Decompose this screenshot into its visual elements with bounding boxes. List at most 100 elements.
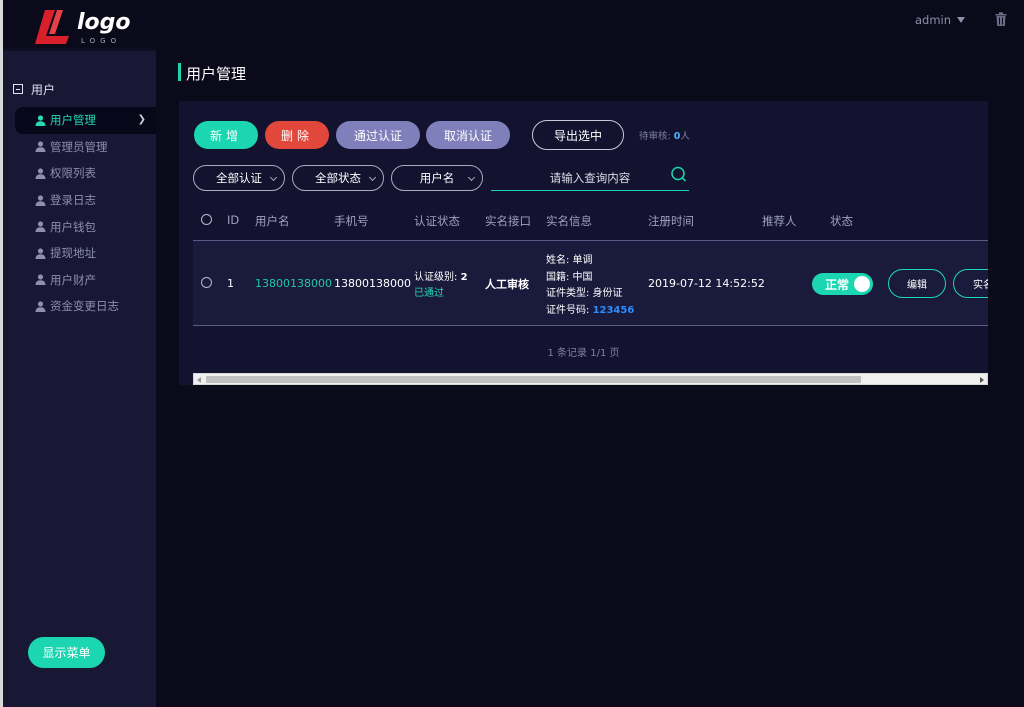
pending-unit: 人	[680, 131, 690, 142]
toggle-knob	[854, 276, 870, 292]
cancel-auth-button[interactable]: 取消认证	[426, 121, 510, 149]
cell-register-time: 2019-07-12 14:52:52	[648, 277, 765, 290]
header-username: 用户名	[255, 214, 290, 228]
search-input[interactable]	[491, 165, 689, 191]
menu-group-user[interactable]: 用户	[13, 81, 55, 97]
sidebar-item-label: 用户管理	[50, 113, 96, 128]
status-toggle[interactable]: 正常	[812, 273, 873, 295]
sidebar-item-label: 登录日志	[50, 193, 96, 208]
add-button[interactable]: 新增	[194, 121, 258, 149]
sidebar-item-label: 资金变更日志	[50, 299, 119, 314]
header-id: ID	[227, 213, 240, 227]
chevron-down-icon	[269, 173, 278, 182]
header-phone: 手机号	[334, 214, 369, 228]
chevron-down-icon	[467, 173, 476, 182]
horizontal-scrollbar[interactable]	[193, 373, 988, 385]
sidebar-menu: 用户管理 ❯ 管理员管理 权限列表 登录日志 用户钱包 提现地址 用户财产 资金…	[15, 107, 156, 320]
user-menu[interactable]: admin	[915, 13, 966, 27]
search-icon[interactable]	[670, 166, 687, 183]
cell-auth-level: 认证级别: 2	[414, 268, 468, 283]
sidebar-item-label: 提现地址	[50, 246, 96, 261]
auth-filter-select[interactable]: 全部认证	[193, 165, 285, 191]
collapse-icon	[13, 84, 23, 94]
logo-text: logo	[77, 10, 131, 35]
pending-label: 待审核:	[639, 131, 671, 142]
sidebar-item-user-assets[interactable]: 用户财产	[15, 267, 156, 294]
sidebar-item-label: 用户钱包	[50, 219, 96, 234]
export-selected-button[interactable]: 导出选中	[532, 120, 624, 150]
realname-button[interactable]: 实名	[953, 269, 988, 298]
cell-id: 1	[227, 277, 234, 290]
chevron-down-icon	[368, 173, 377, 182]
cell-auth-state: 已通过	[414, 288, 444, 299]
status-toggle-label: 正常	[825, 277, 850, 292]
header-realname-info: 实名信息	[546, 214, 592, 228]
scrollbar-thumb[interactable]	[206, 376, 861, 383]
sidebar-item-withdraw-address[interactable]: 提现地址	[15, 240, 156, 267]
doc-no-value: 123456	[592, 305, 635, 316]
header-register-time: 注册时间	[648, 214, 694, 228]
edit-button[interactable]: 编辑	[888, 269, 946, 298]
trash-icon[interactable]	[995, 12, 1007, 26]
field-filter-value: 用户名	[419, 171, 455, 185]
field-filter-select[interactable]: 用户名	[391, 165, 483, 191]
sidebar-item-label: 用户财产	[50, 272, 96, 287]
auth-level-label: 认证级别:	[414, 272, 458, 283]
cell-info-nation: 国籍: 中国	[546, 272, 593, 283]
title-accent	[178, 63, 181, 81]
user-icon	[35, 115, 46, 126]
select-all-radio[interactable]	[201, 214, 212, 225]
sidebar-item-user-management[interactable]: 用户管理 ❯	[15, 107, 156, 134]
menu-group-label: 用户	[31, 82, 56, 97]
user-icon	[35, 301, 46, 312]
pending-review: 待审核: 0人	[639, 128, 690, 142]
content-panel: 新增 删除 通过认证 取消认证 导出选中 待审核: 0人 全部认证 全部状态 用…	[179, 101, 988, 385]
sidebar-item-admin-management[interactable]: 管理员管理	[15, 134, 156, 161]
cell-username-link[interactable]: 13800138000	[255, 277, 332, 290]
show-menu-button[interactable]: 显示菜单	[28, 637, 105, 668]
caret-down-icon	[957, 17, 966, 23]
user-name: admin	[915, 13, 952, 27]
auth-filter-value: 全部认证	[216, 171, 262, 185]
sidebar: logo LOGO 用户 用户管理 ❯ 管理员管理 权限列表 登录日志 用户钱包	[3, 0, 156, 707]
sidebar-item-user-wallet[interactable]: 用户钱包	[15, 213, 156, 240]
sidebar-item-fund-log[interactable]: 资金变更日志	[15, 293, 156, 320]
sidebar-item-permission-list[interactable]: 权限列表	[15, 160, 156, 187]
cell-info-doc: 证件号码: 123456	[546, 301, 634, 316]
user-icon	[35, 194, 46, 206]
pagination-info: 1 条记录 1/1 页	[547, 348, 620, 359]
row-content: 1 13800138000 13800138000 认证级别: 2 已通过 人工…	[193, 241, 988, 327]
row-select-radio[interactable]	[201, 277, 212, 288]
sidebar-item-label: 权限列表	[50, 166, 96, 181]
status-filter-select[interactable]: 全部状态	[292, 165, 384, 191]
page-title: 用户管理	[186, 65, 247, 83]
logo-subtext: LOGO	[81, 37, 122, 45]
cell-realname-api: 人工审核	[485, 278, 529, 291]
user-icon	[35, 248, 46, 259]
user-icon	[35, 141, 46, 153]
sidebar-item-login-log[interactable]: 登录日志	[15, 187, 156, 214]
delete-button[interactable]: 删除	[265, 121, 329, 149]
table-row: 1 13800138000 13800138000 认证级别: 2 已通过 人工…	[193, 240, 988, 326]
chevron-right-icon: ❯	[137, 114, 146, 125]
sidebar-item-label: 管理员管理	[50, 139, 108, 154]
logo-divider	[3, 48, 156, 51]
logo: logo LOGO	[3, 0, 156, 48]
logo-mark-icon	[35, 10, 69, 44]
header-realname-api: 实名接口	[485, 214, 531, 228]
header-auth-status: 认证状态	[414, 214, 460, 228]
auth-level-value: 2	[460, 272, 468, 283]
cell-phone: 13800138000	[334, 277, 411, 290]
header-status: 状态	[830, 214, 853, 228]
cell-info-doc-type: 证件类型: 身份证	[546, 288, 623, 299]
user-icon	[35, 221, 46, 233]
header-referrer: 推荐人	[762, 214, 797, 228]
approve-auth-button[interactable]: 通过认证	[336, 121, 420, 149]
status-filter-value: 全部状态	[315, 171, 361, 185]
scroll-left-icon[interactable]	[197, 377, 201, 383]
cell-info-name: 姓名: 单调	[546, 255, 593, 266]
doc-no-label: 证件号码:	[546, 305, 590, 316]
user-icon	[35, 274, 46, 286]
scroll-right-icon[interactable]	[980, 377, 984, 383]
user-icon	[35, 168, 46, 179]
